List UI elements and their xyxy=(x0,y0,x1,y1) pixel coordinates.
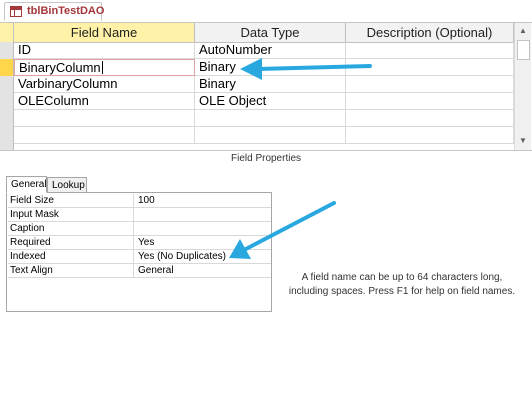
grid-header: Field Name Data Type Description (Option… xyxy=(0,23,514,43)
data-type-cell[interactable] xyxy=(195,127,346,144)
tab-general[interactable]: General xyxy=(6,176,47,193)
property-name: Text Align xyxy=(8,264,134,277)
column-header-field-name[interactable]: Field Name xyxy=(14,23,195,42)
data-type-cell[interactable]: AutoNumber xyxy=(195,42,346,59)
scroll-thumb[interactable] xyxy=(517,40,530,60)
description-cell[interactable] xyxy=(346,76,514,93)
property-row-field-size[interactable]: Field Size 100 xyxy=(8,194,271,208)
property-value-input[interactable]: Yes xyxy=(134,236,271,249)
property-name: Required xyxy=(8,236,134,249)
property-row-input-mask[interactable]: Input Mask xyxy=(8,208,271,222)
column-header-description[interactable]: Description (Optional) xyxy=(346,23,514,42)
field-name-cell-editing[interactable]: BinaryColumn xyxy=(14,59,195,76)
property-name: Input Mask xyxy=(8,208,134,221)
field-name-text: BinaryColumn xyxy=(19,60,101,75)
row-selector[interactable] xyxy=(0,42,14,59)
property-value-input[interactable]: 100 xyxy=(134,194,271,207)
data-type-cell[interactable]: Binary xyxy=(195,76,346,93)
property-sheet: Field Size 100 Input Mask Caption Requir… xyxy=(6,192,272,312)
select-all-corner[interactable] xyxy=(0,23,14,42)
row-selector[interactable] xyxy=(0,127,14,144)
property-row-text-align[interactable]: Text Align General xyxy=(8,264,271,278)
table-row[interactable]: OLEColumn OLE Object xyxy=(0,93,514,110)
property-name: Caption xyxy=(8,222,134,235)
description-cell[interactable] xyxy=(346,42,514,59)
property-name: Field Size xyxy=(8,194,134,207)
property-value-input[interactable]: General xyxy=(134,264,271,277)
table-row-empty[interactable] xyxy=(0,127,514,144)
data-type-cell[interactable] xyxy=(195,110,346,127)
scroll-up-icon[interactable]: ▲ xyxy=(515,23,531,39)
row-selector[interactable] xyxy=(0,93,14,110)
table-icon xyxy=(10,6,22,17)
column-header-data-type[interactable]: Data Type xyxy=(195,23,346,42)
table-row[interactable]: VarbinaryColumn Binary xyxy=(0,76,514,93)
text-caret xyxy=(101,61,103,74)
pane-divider[interactable] xyxy=(0,150,532,151)
table-row-selected[interactable]: BinaryColumn Binary xyxy=(0,59,514,76)
document-tab-title: tblBinTestDAO xyxy=(27,5,105,17)
description-cell[interactable] xyxy=(346,110,514,127)
description-cell[interactable] xyxy=(346,127,514,144)
property-row-caption[interactable]: Caption xyxy=(8,222,271,236)
document-tab-strip: tblBinTestDAO xyxy=(0,0,532,23)
field-properties-pane: General Lookup Field Size 100 Input Mask… xyxy=(0,170,532,403)
property-row-indexed[interactable]: Indexed Yes (No Duplicates) xyxy=(8,250,271,264)
property-value-input[interactable] xyxy=(134,208,271,221)
field-design-grid: Field Name Data Type Description (Option… xyxy=(0,23,532,150)
table-row-empty[interactable] xyxy=(0,110,514,127)
data-type-cell[interactable]: Binary xyxy=(195,59,346,76)
field-name-cell[interactable]: VarbinaryColumn xyxy=(14,76,195,93)
data-type-cell[interactable]: OLE Object xyxy=(195,93,346,110)
field-name-cell[interactable]: ID xyxy=(14,42,195,59)
row-selector[interactable] xyxy=(0,76,14,93)
property-name: Indexed xyxy=(8,250,134,263)
document-tab[interactable]: tblBinTestDAO xyxy=(4,2,105,21)
field-properties-label: Field Properties xyxy=(230,153,302,164)
field-name-cell[interactable]: OLEColumn xyxy=(14,93,195,110)
description-cell[interactable] xyxy=(346,93,514,110)
property-value-input[interactable]: Yes (No Duplicates) xyxy=(134,250,271,263)
vertical-scrollbar[interactable]: ▲ ▼ xyxy=(514,23,531,150)
field-name-cell[interactable] xyxy=(14,110,195,127)
scroll-down-icon[interactable]: ▼ xyxy=(515,133,531,149)
row-selector[interactable] xyxy=(0,110,14,127)
description-cell[interactable] xyxy=(346,59,514,76)
field-name-cell[interactable] xyxy=(14,127,195,144)
property-value-input[interactable] xyxy=(134,222,271,235)
property-row-required[interactable]: Required Yes xyxy=(8,236,271,250)
field-help-text: A field name can be up to 64 characters … xyxy=(288,272,516,297)
row-selector[interactable] xyxy=(0,59,14,76)
table-row[interactable]: ID AutoNumber xyxy=(0,42,514,59)
